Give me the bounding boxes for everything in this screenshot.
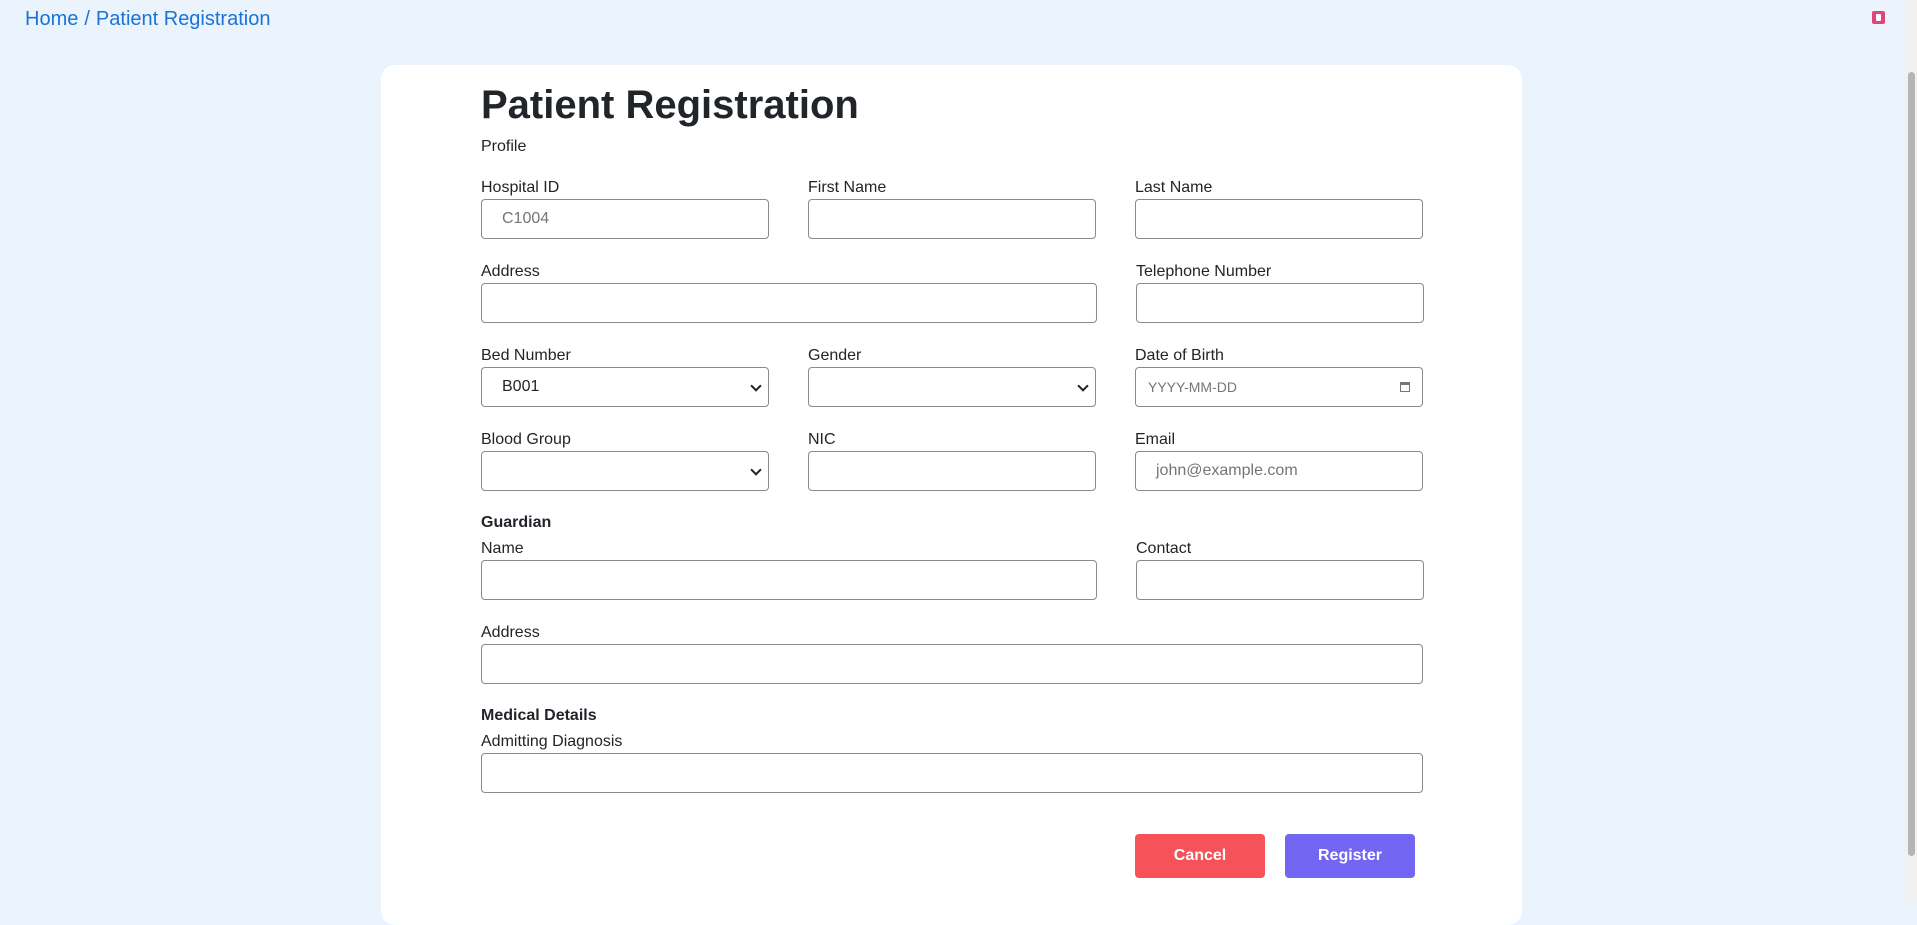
guardian-contact-input[interactable] bbox=[1136, 560, 1424, 600]
guardian-name-input[interactable] bbox=[481, 560, 1097, 600]
diagnosis-input[interactable] bbox=[481, 753, 1423, 793]
page-title: Patient Registration bbox=[481, 83, 859, 127]
dob-placeholder: YYYY-MM-DD bbox=[1148, 379, 1237, 395]
nic-input[interactable] bbox=[808, 451, 1096, 491]
guardian-contact-label: Contact bbox=[1136, 540, 1192, 557]
telephone-field: Telephone Number bbox=[1136, 261, 1424, 323]
blood-group-field: Blood Group bbox=[481, 429, 769, 491]
blood-group-label: Blood Group bbox=[481, 431, 571, 448]
guardian-name-label: Name bbox=[481, 540, 524, 557]
blood-group-select[interactable] bbox=[481, 451, 769, 491]
gender-field: Gender bbox=[808, 345, 1096, 407]
profile-label: Profile bbox=[481, 138, 527, 155]
diagnosis-label: Admitting Diagnosis bbox=[481, 733, 623, 750]
diagnosis-field: Admitting Diagnosis bbox=[481, 731, 1423, 793]
breadcrumb: Home / Patient Registration bbox=[25, 8, 270, 31]
hospital-id-field: Hospital ID C1004 bbox=[481, 177, 769, 239]
gender-select[interactable] bbox=[808, 367, 1096, 407]
hospital-id-label: Hospital ID bbox=[481, 179, 560, 196]
address-field: Address bbox=[481, 261, 1097, 323]
cancel-button[interactable]: Cancel bbox=[1135, 834, 1265, 878]
registration-card: Patient Registration Profile Hospital ID… bbox=[381, 65, 1522, 925]
gender-label: Gender bbox=[808, 347, 862, 364]
first-name-input[interactable] bbox=[808, 199, 1096, 239]
telephone-input[interactable] bbox=[1136, 283, 1424, 323]
last-name-input[interactable] bbox=[1135, 199, 1423, 239]
last-name-label: Last Name bbox=[1135, 179, 1213, 196]
guardian-address-field: Address bbox=[481, 622, 1423, 684]
guardian-heading: Guardian bbox=[481, 514, 552, 531]
scrollbar[interactable] bbox=[1906, 0, 1917, 904]
email-field: Email john@example.com bbox=[1135, 429, 1423, 491]
dob-input[interactable]: YYYY-MM-DD bbox=[1135, 367, 1423, 407]
medical-details-heading: Medical Details bbox=[481, 707, 597, 724]
first-name-field: First Name bbox=[808, 177, 1096, 239]
trash-icon[interactable] bbox=[1872, 11, 1885, 24]
email-label: Email bbox=[1135, 431, 1176, 448]
email-input[interactable]: john@example.com bbox=[1135, 451, 1423, 491]
guardian-contact-field: Contact bbox=[1136, 538, 1424, 600]
guardian-address-input[interactable] bbox=[481, 644, 1423, 684]
breadcrumb-current-link[interactable]: Patient Registration bbox=[96, 8, 271, 30]
telephone-label: Telephone Number bbox=[1136, 263, 1272, 280]
bed-number-field: Bed Number B001 bbox=[481, 345, 769, 407]
bed-number-select[interactable]: B001 bbox=[481, 367, 769, 407]
last-name-field: Last Name bbox=[1135, 177, 1423, 239]
bed-number-label: Bed Number bbox=[481, 347, 571, 364]
register-button[interactable]: Register bbox=[1285, 834, 1415, 878]
guardian-address-label: Address bbox=[481, 624, 540, 641]
hospital-id-input[interactable]: C1004 bbox=[481, 199, 769, 239]
first-name-label: First Name bbox=[808, 179, 887, 196]
address-input[interactable] bbox=[481, 283, 1097, 323]
nic-label: NIC bbox=[808, 431, 836, 448]
guardian-name-field: Name bbox=[481, 538, 1097, 600]
dob-label: Date of Birth bbox=[1135, 347, 1224, 364]
breadcrumb-home-link[interactable]: Home bbox=[25, 8, 78, 30]
scrollbar-thumb[interactable] bbox=[1908, 72, 1915, 856]
breadcrumb-separator: / bbox=[84, 8, 90, 30]
dob-field: Date of Birth YYYY-MM-DD bbox=[1135, 345, 1423, 407]
nic-field: NIC bbox=[808, 429, 1096, 491]
calendar-icon[interactable] bbox=[1400, 382, 1410, 392]
address-label: Address bbox=[481, 263, 540, 280]
